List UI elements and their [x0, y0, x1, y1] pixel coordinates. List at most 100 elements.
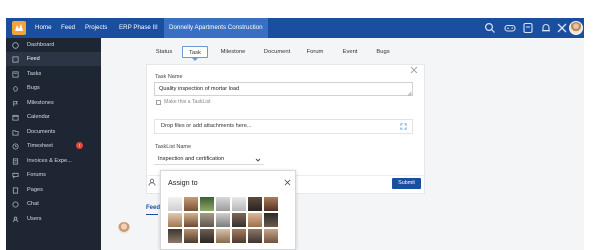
sidebar: Dashboard Feed Tasks Bugs Milestones Cal… [6, 38, 101, 250]
sidebar-item-label: Chat [27, 201, 39, 207]
sidebar-item-label: Tasks [27, 71, 42, 77]
assignee-avatar[interactable] [232, 229, 246, 243]
sidebar-item-chat[interactable]: Chat [6, 197, 101, 211]
dashboard-icon [12, 41, 19, 49]
sidebar-item-label: Invoices & Expe... [27, 158, 72, 164]
tab-milestone[interactable]: Milestone [218, 46, 248, 58]
nav-home[interactable]: Home [30, 18, 57, 38]
bell-icon[interactable] [540, 22, 552, 34]
assignee-avatar[interactable] [216, 213, 230, 227]
sidebar-item-documents[interactable]: Documents [6, 125, 101, 139]
tasklist-checkbox[interactable] [156, 100, 161, 105]
sidebar-item-invoices[interactable]: Invoices & Expe... [6, 154, 101, 168]
assignee-avatar[interactable] [200, 213, 214, 227]
tab-event[interactable]: Event [340, 46, 360, 58]
tasklist-checkbox-label: Make this a TaskList [164, 99, 211, 105]
feed-user-avatar[interactable] [118, 222, 130, 234]
tasklist-name-label: TaskList Name [155, 144, 192, 150]
active-tab-caret [192, 58, 198, 61]
invoice-icon [12, 157, 19, 165]
assignee-avatar[interactable] [248, 197, 262, 211]
sidebar-item-label: Users [27, 216, 42, 222]
assignee-avatar[interactable] [168, 197, 182, 211]
forums-icon [12, 172, 19, 179]
assignee-avatar[interactable] [200, 197, 214, 211]
feed-icon [12, 55, 19, 63]
top-navigation-bar: Home Feed Projects ERP Phase III Donnell… [6, 18, 584, 38]
task-name-label: Task Name [155, 74, 183, 80]
assignee-avatar[interactable] [184, 213, 198, 227]
assignee-avatar[interactable] [216, 229, 230, 243]
sidebar-item-forums[interactable]: Forums [6, 168, 101, 182]
search-icon[interactable] [484, 22, 496, 34]
attachments-dropzone[interactable]: Drop files or add attachments here... [154, 119, 413, 134]
milestone-icon [13, 100, 18, 106]
sidebar-item-label: Forums [27, 172, 46, 178]
pages-icon [12, 186, 19, 194]
assignee-avatar[interactable] [168, 229, 182, 243]
sidebar-item-label: Documents [27, 129, 56, 135]
settings-icon[interactable] [556, 22, 568, 34]
tab-bugs[interactable]: Bugs [374, 46, 392, 58]
nav-feed[interactable]: Feed [56, 18, 80, 38]
assignee-avatar[interactable] [264, 229, 278, 243]
sidebar-item-label: Timesheet [27, 143, 53, 149]
nav-erp-phase-iii[interactable]: ERP Phase III [114, 18, 163, 38]
tab-status[interactable]: Status [154, 46, 174, 58]
resize-handle-icon[interactable] [407, 91, 412, 96]
tasklist-name-select[interactable]: Inspection and certification [154, 154, 264, 165]
sidebar-item-label: Feed [27, 56, 40, 62]
sidebar-item-label: Bugs [27, 85, 40, 91]
assignee-avatar[interactable] [264, 197, 278, 211]
submit-button[interactable]: Submit [392, 178, 421, 189]
sidebar-item-label: Milestones [27, 100, 54, 106]
assignee-avatar[interactable] [248, 229, 262, 243]
assignee-avatar[interactable] [232, 197, 246, 211]
sidebar-item-dashboard[interactable]: Dashboard [6, 38, 101, 52]
sidebar-item-label: Dashboard [27, 42, 55, 48]
task-name-input[interactable]: Quality inspection of mortar load [154, 82, 413, 96]
gamepad-icon[interactable] [504, 22, 516, 34]
assign-to-title: Assign to [168, 178, 198, 187]
assignee-avatar[interactable] [248, 213, 262, 227]
user-avatar[interactable] [569, 21, 583, 35]
assignee-avatar[interactable] [216, 197, 230, 211]
tab-task[interactable]: Task [182, 46, 208, 58]
assignee-avatar[interactable] [264, 213, 278, 227]
sidebar-item-pages[interactable]: Pages [6, 183, 101, 197]
sidebar-item-milestones[interactable]: Milestones [6, 96, 101, 110]
tasks-icon [12, 70, 19, 78]
timesheet-icon [12, 142, 19, 150]
notification-badge: ! [76, 142, 83, 149]
assignee-avatar[interactable] [232, 213, 246, 227]
feed-section-label[interactable]: Feed [146, 205, 160, 211]
sidebar-item-timesheet[interactable]: Timesheet ! [6, 139, 101, 153]
app-window: Home Feed Projects ERP Phase III Donnell… [0, 0, 600, 250]
tab-document[interactable]: Document [262, 46, 292, 58]
sidebar-item-bugs[interactable]: Bugs [6, 81, 101, 95]
tab-forum[interactable]: Forum [304, 46, 326, 58]
sidebar-item-users[interactable]: Users [6, 212, 101, 226]
app-logo-icon[interactable] [12, 21, 26, 35]
nav-donnelly-apartments-construction[interactable]: Donnelly Apartments Construction [164, 18, 268, 38]
chevron-down-icon[interactable] [255, 157, 261, 163]
bookmark-icon[interactable] [522, 22, 534, 34]
users-icon [12, 216, 19, 222]
assignee-avatar[interactable] [184, 229, 198, 243]
assign-people-icon[interactable] [148, 178, 156, 186]
assignee-avatar[interactable] [184, 197, 198, 211]
sidebar-item-feed[interactable]: Feed [6, 52, 101, 66]
nav-projects[interactable]: Projects [80, 18, 112, 38]
close-icon[interactable] [410, 66, 418, 74]
bug-icon [13, 85, 18, 92]
sidebar-item-tasks[interactable]: Tasks [6, 67, 101, 81]
sidebar-item-label: Pages [27, 187, 43, 193]
feed-section-underline [146, 214, 158, 215]
close-icon[interactable] [284, 179, 291, 186]
expand-icon[interactable] [400, 123, 407, 130]
sidebar-item-label: Calendar [27, 114, 50, 120]
sidebar-item-calendar[interactable]: Calendar [6, 110, 101, 124]
documents-icon [12, 129, 19, 136]
assignee-avatar[interactable] [200, 229, 214, 243]
assignee-avatar[interactable] [168, 213, 182, 227]
